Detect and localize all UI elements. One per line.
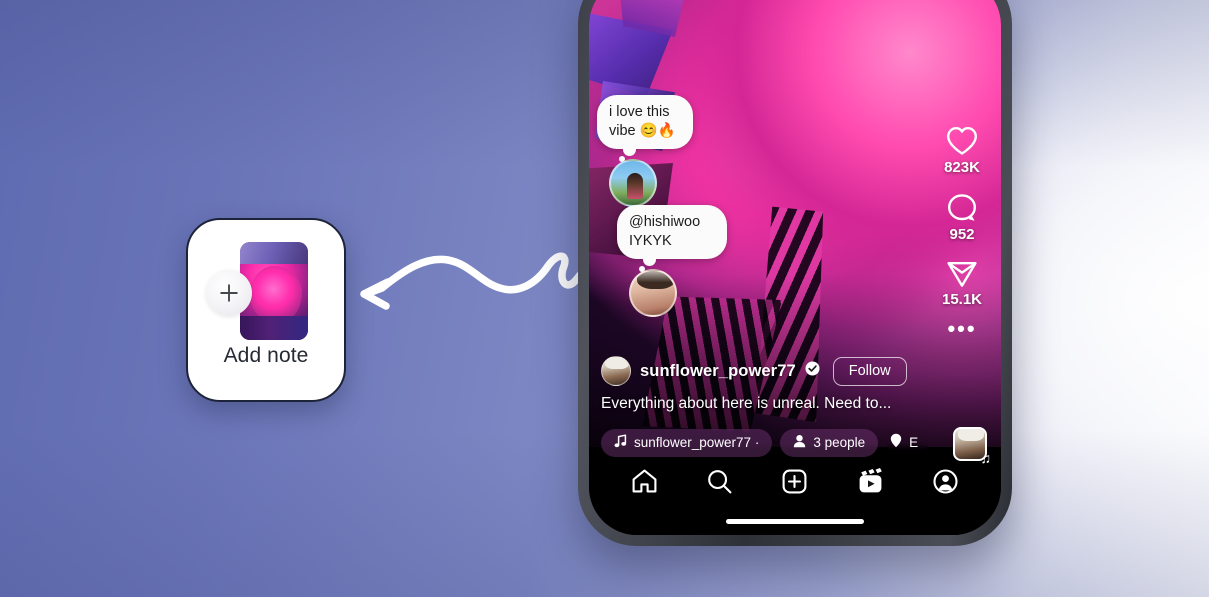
comment-button[interactable]: 952 <box>931 192 993 243</box>
more-options-button[interactable]: ••• <box>931 318 993 340</box>
bottom-nav <box>589 457 1001 505</box>
comment-icon <box>931 192 993 224</box>
like-count: 823K <box>944 159 980 176</box>
like-button[interactable]: 823K <box>931 125 993 176</box>
post-meta: sunflower_power77 Follow Everything abou… <box>601 356 931 413</box>
nav-profile[interactable] <box>932 468 959 495</box>
user-row: sunflower_power77 Follow <box>601 356 931 386</box>
plus-icon[interactable] <box>206 270 252 316</box>
note-text-2: @hishiwoo IYKYK <box>617 205 727 273</box>
location-name: E <box>909 434 919 450</box>
nav-reels[interactable] <box>857 467 884 495</box>
username[interactable]: sunflower_power77 <box>640 362 796 381</box>
music-pill[interactable]: sunflower_power77 · <box>601 428 773 457</box>
pill-row: sunflower_power77 · 3 people E ♫ <box>601 427 991 466</box>
comment-count: 952 <box>949 226 975 243</box>
action-rail: 823K 952 15.1K ••• <box>931 125 993 340</box>
people-pill[interactable]: 3 people <box>780 428 879 457</box>
share-button[interactable]: 15.1K <box>931 259 993 308</box>
thumbnail-blob <box>250 266 302 324</box>
note-text-1: i love this vibe 😊🔥 <box>597 95 693 163</box>
post-caption: Everything about here is unreal. Need to… <box>601 395 892 412</box>
phone-screen: i love this vibe 😊🔥 @hishiwoo IYKYK 823K <box>589 0 1001 535</box>
phone-mockup: i love this vibe 😊🔥 @hishiwoo IYKYK 823K <box>578 0 1012 546</box>
person-icon <box>793 434 806 451</box>
nav-search[interactable] <box>706 468 733 495</box>
music-note-icon <box>614 433 627 451</box>
add-note-label: Add note <box>223 344 309 367</box>
verified-icon <box>805 361 820 381</box>
location-pin-icon <box>890 433 902 451</box>
nav-home[interactable] <box>631 468 658 495</box>
people-count: 3 people <box>813 434 866 450</box>
share-count: 15.1K <box>941 291 983 308</box>
note-avatar-2[interactable] <box>629 269 677 318</box>
note-bubble-2[interactable]: @hishiwoo IYKYK <box>617 205 727 318</box>
avatar[interactable] <box>601 356 631 386</box>
music-title: sunflower_power77 · <box>634 434 760 450</box>
share-icon <box>931 259 993 289</box>
nav-create[interactable] <box>781 468 808 495</box>
note-avatar-1[interactable] <box>609 159 657 208</box>
add-note-card[interactable]: Add note <box>186 218 346 402</box>
note-bubble-1[interactable]: i love this vibe 😊🔥 <box>597 95 693 208</box>
location-pill[interactable]: E <box>886 428 929 457</box>
follow-button[interactable]: Follow <box>832 356 907 386</box>
heart-icon <box>931 125 993 157</box>
home-indicator <box>726 519 864 524</box>
